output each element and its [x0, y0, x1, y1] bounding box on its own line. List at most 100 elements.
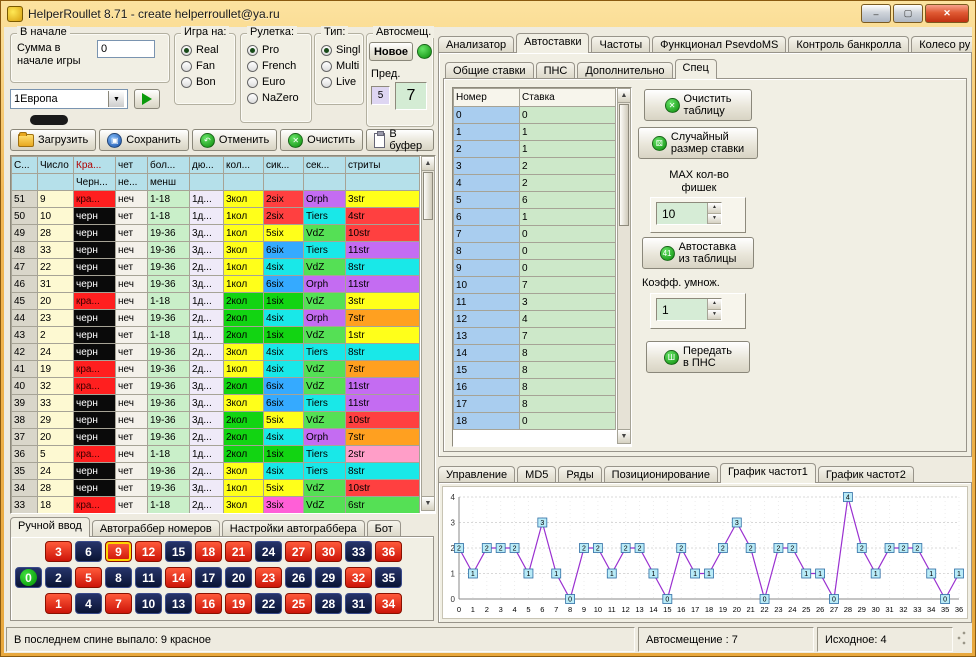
- pad-number-34[interactable]: 34: [375, 593, 402, 614]
- random-stake-button[interactable]: ⚄ Случайныйразмер ставки: [638, 127, 758, 159]
- bet-stake-cell[interactable]: 8: [520, 379, 616, 396]
- scroll-up-icon[interactable]: ▲: [422, 157, 434, 171]
- radio-icon[interactable]: [321, 45, 332, 56]
- radio-nazero[interactable]: NaZero: [247, 90, 309, 106]
- tab-контроль-банкролла[interactable]: Контроль банкролла: [788, 36, 909, 53]
- pad-number-28[interactable]: 28: [315, 593, 342, 614]
- bet-stake-cell[interactable]: 7: [520, 328, 616, 345]
- tab-md5[interactable]: MD5: [517, 466, 556, 483]
- transfer-pns-button[interactable]: Ш Передатьв ПНС: [646, 341, 750, 373]
- load-button[interactable]: Загрузить: [10, 129, 96, 151]
- resize-grip[interactable]: [956, 627, 970, 652]
- bet-stake-cell[interactable]: 0: [520, 243, 616, 260]
- history-subheader-cell[interactable]: менш: [148, 174, 190, 191]
- pad-number-31[interactable]: 31: [345, 593, 372, 614]
- bet-stake-cell[interactable]: 7: [520, 277, 616, 294]
- to-buffer-button[interactable]: В буфер: [366, 129, 434, 151]
- scroll-down-icon[interactable]: ▼: [618, 429, 630, 443]
- title-bar[interactable]: HelperRoullet 8.71 - create helperroulle…: [1, 1, 975, 26]
- bet-stake-cell[interactable]: 8: [520, 345, 616, 362]
- bet-header-cell[interactable]: Ставка: [520, 89, 616, 107]
- history-subheader-cell[interactable]: [304, 174, 346, 191]
- bet-stake-cell[interactable]: 8: [520, 396, 616, 413]
- subtab-пнс[interactable]: ПНС: [536, 62, 576, 79]
- pad-number-10[interactable]: 10: [135, 593, 162, 614]
- pad-number-24[interactable]: 24: [255, 541, 282, 562]
- bet-stake-cell[interactable]: 0: [520, 226, 616, 243]
- bet-stake-cell[interactable]: 6: [520, 192, 616, 209]
- radio-pro[interactable]: Pro: [247, 42, 309, 58]
- history-subheader-cell[interactable]: [264, 174, 304, 191]
- radio-icon[interactable]: [321, 77, 332, 88]
- radio-icon[interactable]: [321, 61, 332, 72]
- coef-spinner[interactable]: 1 ▲▼: [656, 298, 722, 321]
- radio-fan[interactable]: Fan: [181, 58, 233, 74]
- tab-график-частот2[interactable]: График частот2: [818, 466, 914, 483]
- pad-number-30[interactable]: 30: [315, 541, 342, 562]
- tab-анализатор[interactable]: Анализатор: [438, 36, 514, 53]
- radio-live[interactable]: Live: [321, 74, 361, 90]
- radio-multi[interactable]: Multi: [321, 58, 361, 74]
- spin-down-icon[interactable]: ▼: [708, 214, 721, 225]
- tab-позиционирование[interactable]: Позиционирование: [604, 466, 718, 483]
- tab-график-частот1[interactable]: График частот1: [720, 463, 816, 483]
- pad-number-21[interactable]: 21: [225, 541, 252, 562]
- pad-number-19[interactable]: 19: [225, 593, 252, 614]
- tab-автограббер-номеров[interactable]: Автограббер номеров: [92, 520, 220, 537]
- save-button[interactable]: ▣Сохранить: [99, 129, 189, 151]
- pad-number-5[interactable]: 5: [75, 567, 102, 588]
- bet-stake-cell[interactable]: 4: [520, 311, 616, 328]
- radio-icon[interactable]: [247, 93, 258, 104]
- autoshift-icon[interactable]: [417, 44, 432, 59]
- tab-бот[interactable]: Бот: [367, 520, 401, 537]
- tab-настройки-автограббера[interactable]: Настройки автограббера: [222, 520, 365, 537]
- bet-stake-cell[interactable]: 2: [520, 175, 616, 192]
- pad-number-29[interactable]: 29: [315, 567, 342, 588]
- tab-управление[interactable]: Управление: [438, 466, 515, 483]
- bet-stake-cell[interactable]: 0: [520, 107, 616, 124]
- bet-stake-cell[interactable]: 1: [520, 124, 616, 141]
- history-header-cell[interactable]: Кра...: [74, 157, 116, 174]
- tab-ручной-ввод[interactable]: Ручной ввод: [10, 517, 90, 537]
- radio-icon[interactable]: [181, 61, 192, 72]
- pad-number-25[interactable]: 25: [285, 593, 312, 614]
- history-header-cell[interactable]: Число: [38, 157, 74, 174]
- spin-up-icon[interactable]: ▲: [708, 203, 721, 214]
- pad-number-13[interactable]: 13: [165, 593, 192, 614]
- history-subheader-cell[interactable]: [190, 174, 224, 191]
- bet-scrollbar[interactable]: ▲ ▼: [617, 88, 631, 444]
- history-header-cell[interactable]: бол...: [148, 157, 190, 174]
- radio-icon[interactable]: [181, 45, 192, 56]
- pad-number-1[interactable]: 1: [45, 593, 72, 614]
- pad-number-12[interactable]: 12: [135, 541, 162, 562]
- tab-частоты[interactable]: Частоты: [591, 36, 650, 53]
- tab-функционал-psevdoms[interactable]: Функционал PsevdoMS: [652, 36, 786, 53]
- bet-stake-cell[interactable]: 8: [520, 362, 616, 379]
- start-sum-input[interactable]: 0: [97, 40, 155, 58]
- history-subheader-cell[interactable]: Черн...: [74, 174, 116, 191]
- pad-number-7[interactable]: 7: [105, 593, 132, 614]
- tab-колесо-ру[interactable]: Колесо ру: [911, 36, 972, 53]
- minimize-button[interactable]: –: [861, 4, 891, 23]
- pad-number-4[interactable]: 4: [75, 593, 102, 614]
- bet-stake-cell[interactable]: 2: [520, 158, 616, 175]
- bet-scrollbar-thumb[interactable]: [619, 104, 629, 226]
- subtab-дополнительно[interactable]: Дополнительно: [577, 62, 672, 79]
- subtab-общие-ставки[interactable]: Общие ставки: [445, 62, 534, 79]
- radio-real[interactable]: Real: [181, 42, 233, 58]
- tab-ряды[interactable]: Ряды: [558, 466, 601, 483]
- pad-number-15[interactable]: 15: [165, 541, 192, 562]
- game-select[interactable]: 1Европа ▼: [10, 89, 128, 109]
- bet-stake-cell[interactable]: 1: [520, 209, 616, 226]
- undo-button[interactable]: ↶Отменить: [192, 129, 277, 151]
- pad-number-11[interactable]: 11: [135, 567, 162, 588]
- new-button[interactable]: Новое: [369, 42, 413, 61]
- pad-number-27[interactable]: 27: [285, 541, 312, 562]
- autobet-from-table-button[interactable]: 41 Автоставкаиз таблицы: [642, 237, 754, 269]
- history-subheader-cell[interactable]: [38, 174, 74, 191]
- pad-number-0[interactable]: 0: [15, 567, 42, 588]
- max-chips-value[interactable]: 10: [657, 203, 707, 224]
- chevron-down-icon[interactable]: ▼: [108, 91, 124, 107]
- bet-stake-cell[interactable]: 1: [520, 141, 616, 158]
- pad-number-23[interactable]: 23: [255, 567, 282, 588]
